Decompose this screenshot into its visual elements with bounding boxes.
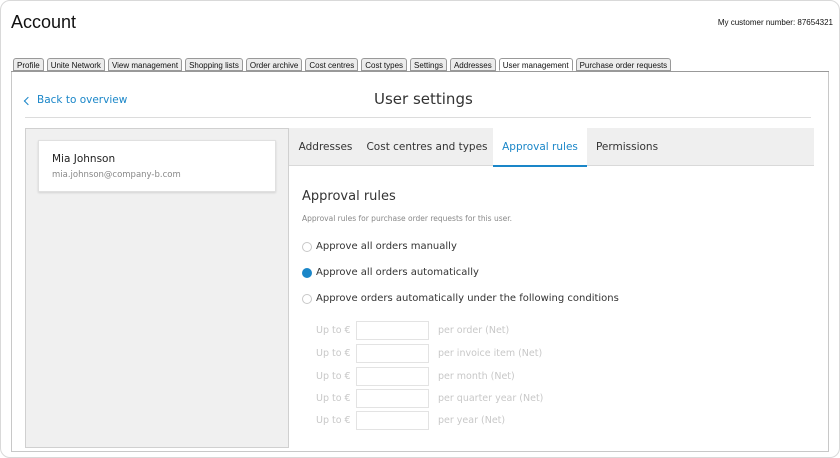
tab-addresses[interactable]: Addresses xyxy=(449,58,496,71)
condition-suffix: per invoice item (Net) xyxy=(438,348,543,359)
condition-row: Up to € per order (Net) xyxy=(316,321,509,340)
tab-settings[interactable]: Settings xyxy=(410,58,447,71)
limit-per-invoice-item-input[interactable] xyxy=(356,344,429,363)
account-window: Account My customer number: 87654321 Pro… xyxy=(0,0,840,458)
approval-rules-description: Approval rules for purchase order reques… xyxy=(302,214,512,223)
page-title: Account xyxy=(11,12,77,32)
limit-per-quarter-input[interactable] xyxy=(356,389,429,408)
chevron-left-icon xyxy=(23,96,33,105)
approval-rules-title: Approval rules xyxy=(302,189,396,204)
condition-suffix: per quarter year (Net) xyxy=(438,393,544,404)
tab-profile[interactable]: Profile xyxy=(13,58,44,71)
condition-row: Up to € per month (Net) xyxy=(316,367,515,386)
settings-pane: Addresses Cost centres and types Approva… xyxy=(288,128,814,448)
option-approve-manually[interactable]: Approve all orders manually xyxy=(302,241,457,252)
customer-number: My customer number: 87654321 xyxy=(717,18,833,27)
condition-prefix: Up to € xyxy=(316,325,351,336)
condition-row: Up to € per invoice item (Net) xyxy=(316,344,542,363)
condition-suffix: per year (Net) xyxy=(438,415,506,426)
user-card[interactable]: Mia Johnson mia.johnson@company-b.com xyxy=(38,140,276,192)
option-label: Approve orders automatically under the f… xyxy=(316,293,619,304)
back-to-overview-link[interactable]: Back to overview xyxy=(23,94,128,106)
limit-per-year-input[interactable] xyxy=(356,411,429,430)
radio-approve-manually[interactable] xyxy=(302,241,312,252)
option-approve-automatically[interactable]: Approve all orders automatically xyxy=(302,267,479,278)
condition-prefix: Up to € xyxy=(316,348,351,359)
settings-subtabs: Addresses Cost centres and types Approva… xyxy=(289,128,814,167)
tab-view-management[interactable]: View management xyxy=(107,58,183,71)
account-tabs: Profile Unite Network View management Sh… xyxy=(13,58,672,71)
tab-cost-centres[interactable]: Cost centres xyxy=(305,58,359,71)
radio-approve-automatically[interactable] xyxy=(302,267,312,278)
tab-user-management[interactable]: User management xyxy=(498,58,573,71)
limit-per-order-input[interactable] xyxy=(356,321,429,340)
condition-suffix: per order (Net) xyxy=(438,325,510,336)
user-name: Mia Johnson xyxy=(52,153,116,165)
tab-cost-types[interactable]: Cost types xyxy=(361,58,408,71)
limit-per-month-input[interactable] xyxy=(356,367,429,386)
option-label: Approve all orders automatically xyxy=(316,267,479,278)
condition-row: Up to € per year (Net) xyxy=(316,411,505,430)
condition-row: Up to € per quarter year (Net) xyxy=(316,389,543,408)
tab-shopping-lists[interactable]: Shopping lists xyxy=(185,58,243,71)
back-link-label: Back to overview xyxy=(37,94,128,106)
subtab-approval-rules[interactable]: Approval rules xyxy=(493,128,587,167)
condition-prefix: Up to € xyxy=(316,415,351,426)
subtab-cost-centres-and-types[interactable]: Cost centres and types xyxy=(362,128,492,166)
user-email: mia.johnson@company-b.com xyxy=(52,170,181,180)
condition-prefix: Up to € xyxy=(316,393,351,404)
option-label: Approve all orders manually xyxy=(316,241,457,252)
subtab-addresses[interactable]: Addresses xyxy=(289,128,362,166)
header-divider xyxy=(25,117,811,118)
subtab-permissions[interactable]: Permissions xyxy=(587,128,667,166)
section-heading: User settings xyxy=(374,90,473,108)
condition-prefix: Up to € xyxy=(316,371,351,382)
tab-purchase-order-requests[interactable]: Purchase order requests xyxy=(575,58,672,71)
tab-unite-network[interactable]: Unite Network xyxy=(46,58,105,71)
option-approve-conditional[interactable]: Approve orders automatically under the f… xyxy=(302,293,619,304)
radio-approve-conditional[interactable] xyxy=(302,293,312,304)
tab-order-archive[interactable]: Order archive xyxy=(245,58,303,71)
condition-suffix: per month (Net) xyxy=(438,371,515,382)
